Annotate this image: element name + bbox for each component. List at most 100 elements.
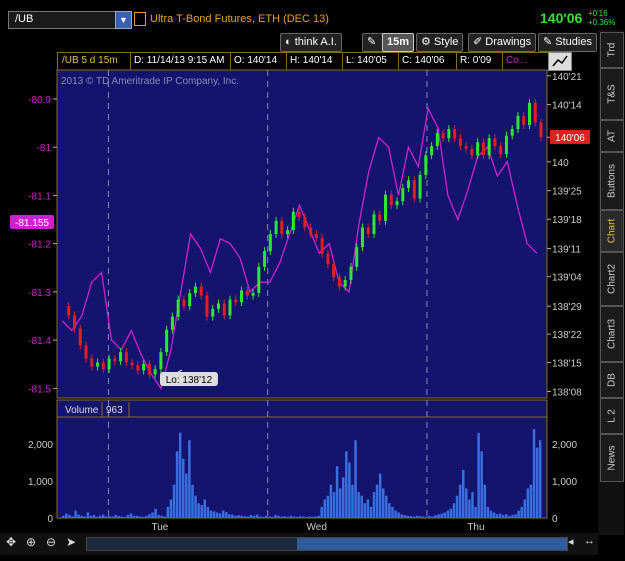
volume-bar xyxy=(357,492,360,518)
volume-bar xyxy=(209,510,213,518)
volume-bar xyxy=(486,506,490,518)
left-tick-label: -81.2 xyxy=(28,240,51,251)
volume-bar xyxy=(142,516,145,518)
side-tab-buttons[interactable]: Buttons xyxy=(600,152,624,210)
volume-bar xyxy=(480,451,483,518)
volume-bar xyxy=(468,499,471,518)
volume-bar xyxy=(538,440,542,518)
volume-bar xyxy=(305,516,308,518)
side-tab-db[interactable]: DB xyxy=(600,362,624,398)
volume-bar xyxy=(283,516,287,518)
volume-bar xyxy=(520,506,523,518)
price-candle xyxy=(366,227,370,234)
zoom-in-icon[interactable]: ⊕ xyxy=(26,535,36,549)
side-tab-label: DB xyxy=(606,373,618,387)
side-tab-chart2[interactable]: Chart2 xyxy=(600,252,624,306)
volume-bar xyxy=(86,512,90,518)
price-tick-label: 138'15 xyxy=(552,359,582,370)
volume-bar xyxy=(98,515,102,518)
price-candle xyxy=(326,253,330,265)
price-candle xyxy=(113,358,117,362)
volume-bar xyxy=(311,516,314,518)
price-candle xyxy=(378,214,382,221)
volume-bar xyxy=(163,516,167,518)
cursor-icon[interactable]: ➤ xyxy=(66,535,76,549)
price-candle xyxy=(165,329,169,353)
volume-bar xyxy=(431,516,434,518)
x-tick-label: Wed xyxy=(307,522,327,533)
price-candle xyxy=(251,293,255,296)
volume-bar xyxy=(188,440,191,518)
price-candle xyxy=(355,247,359,267)
volume-bar xyxy=(102,514,105,518)
side-tab-at[interactable]: AT xyxy=(600,120,624,152)
price-candle xyxy=(435,132,439,147)
volume-bar xyxy=(369,506,373,518)
price-candle xyxy=(337,277,341,287)
side-tab-ts[interactable]: T&S xyxy=(600,68,624,120)
volume-bar xyxy=(160,515,163,518)
volume-bar xyxy=(222,510,225,518)
left-tick-label: -80.9 xyxy=(28,95,51,106)
side-tab-chart[interactable]: Chart xyxy=(600,210,624,252)
scroll-left-icon[interactable]: ◂ xyxy=(568,535,574,548)
volume-bar xyxy=(274,515,277,518)
volume-bar xyxy=(465,488,468,518)
side-tab-trd[interactable]: Trd xyxy=(600,32,624,68)
volume-bar xyxy=(252,515,256,518)
side-tab-label: Chart3 xyxy=(606,318,618,350)
price-candle xyxy=(159,352,163,370)
side-tab-l2[interactable]: L 2 xyxy=(600,398,624,434)
volume-bar xyxy=(495,514,499,518)
price-candle xyxy=(205,295,209,317)
price-candle xyxy=(510,129,514,136)
price-candle xyxy=(257,266,261,294)
price-tick-label: 139'18 xyxy=(552,215,582,226)
chart-scrollbar[interactable]: ✥ ⊕ ⊖ ➤ ◂ ↔ xyxy=(0,533,598,555)
volume-bar xyxy=(77,514,80,518)
volume-bar xyxy=(366,499,370,518)
price-candle xyxy=(360,227,364,248)
price-candle xyxy=(320,237,324,254)
side-tab-news[interactable]: News xyxy=(600,434,624,482)
scroll-track[interactable] xyxy=(86,537,568,551)
volume-bar xyxy=(351,484,354,518)
side-tab-chart3[interactable]: Chart3 xyxy=(600,306,624,362)
volume-bar xyxy=(397,512,400,518)
volume-bar xyxy=(474,506,477,518)
price-tick-label: 140'21 xyxy=(552,72,582,83)
volume-tick-left: 0 xyxy=(47,514,53,525)
price-chart[interactable]: 2013 © TD Ameritrade IP Company, Inc. 140… xyxy=(0,0,598,533)
scroll-thumb[interactable] xyxy=(297,538,567,550)
price-tick-label: 139'11 xyxy=(552,244,581,255)
volume-bar xyxy=(378,473,382,518)
price-candle xyxy=(199,286,203,296)
price-candle xyxy=(412,180,416,199)
price-plot-area xyxy=(56,69,548,399)
volume-bar xyxy=(517,510,520,518)
volume-bar xyxy=(505,514,508,518)
expand-icon[interactable]: ↔ xyxy=(584,535,595,547)
volume-bar xyxy=(455,495,459,518)
side-tab-label: Trd xyxy=(606,42,618,58)
volume-bar xyxy=(360,495,363,518)
price-candle xyxy=(211,308,215,317)
volume-bar xyxy=(418,516,422,518)
volume-bar xyxy=(215,512,219,518)
volume-tick-right: 2,000 xyxy=(552,440,577,451)
zoom-out-icon[interactable]: ⊖ xyxy=(46,535,56,549)
volume-bar xyxy=(212,511,216,518)
volume-bar xyxy=(126,515,130,518)
price-candle xyxy=(136,365,140,371)
volume-bar xyxy=(114,515,117,518)
volume-bar xyxy=(292,516,296,518)
price-candle xyxy=(130,362,134,366)
price-candle xyxy=(222,303,226,316)
volume-bar xyxy=(338,488,342,518)
volume-bar xyxy=(449,508,453,518)
price-tick-label: 138'08 xyxy=(552,387,582,398)
price-candle xyxy=(384,194,388,221)
side-tab-label: Chart2 xyxy=(606,263,618,295)
pan-icon[interactable]: ✥ xyxy=(6,535,16,549)
price-candle xyxy=(401,188,405,202)
